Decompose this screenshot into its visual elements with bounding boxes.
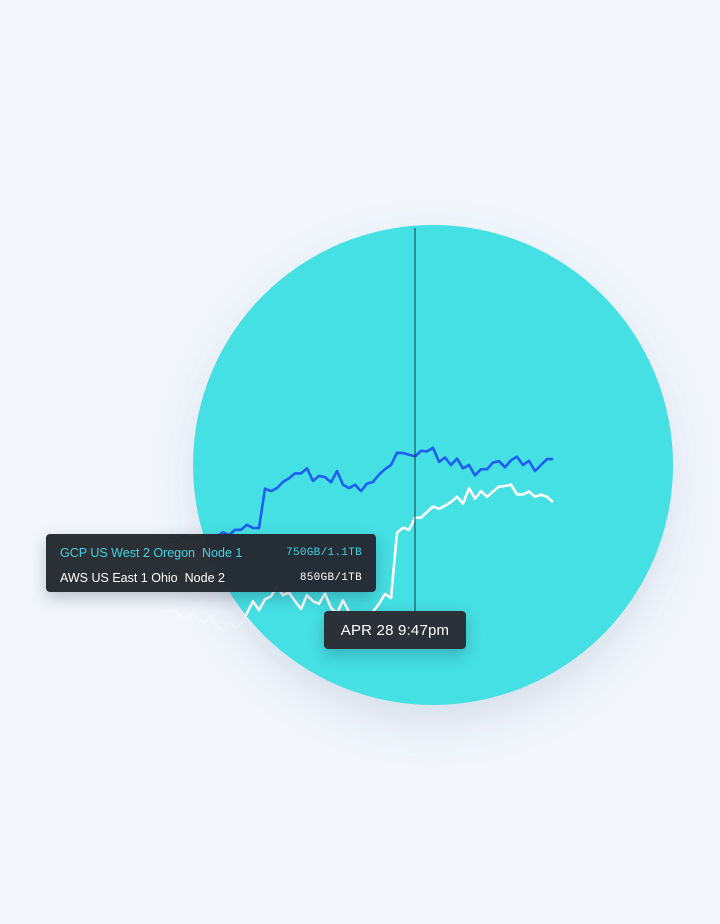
tooltip-row-node-1: GCP US West 2 Oregon Node 1 750GB/1.1TB bbox=[60, 542, 362, 563]
cursor-time-label: APR 28 9:47pm bbox=[324, 611, 466, 649]
chart-canvas bbox=[162, 225, 673, 705]
series-tooltip: GCP US West 2 Oregon Node 1 750GB/1.1TB A… bbox=[46, 534, 376, 592]
tooltip-row-2-value: 850GB/1TB bbox=[299, 571, 362, 584]
tooltip-row-1-node: Node 1 bbox=[202, 545, 243, 560]
tooltip-row-2-name: AWS US East 1 Ohio bbox=[60, 570, 178, 585]
tooltip-row-1-value: 750GB/1.1TB bbox=[286, 546, 362, 559]
tooltip-row-1-name: GCP US West 2 Oregon bbox=[60, 545, 196, 560]
tooltip-row-node-2: AWS US East 1 Ohio Node 2 850GB/1TB bbox=[60, 567, 362, 588]
tooltip-row-2-node: Node 2 bbox=[184, 570, 225, 585]
